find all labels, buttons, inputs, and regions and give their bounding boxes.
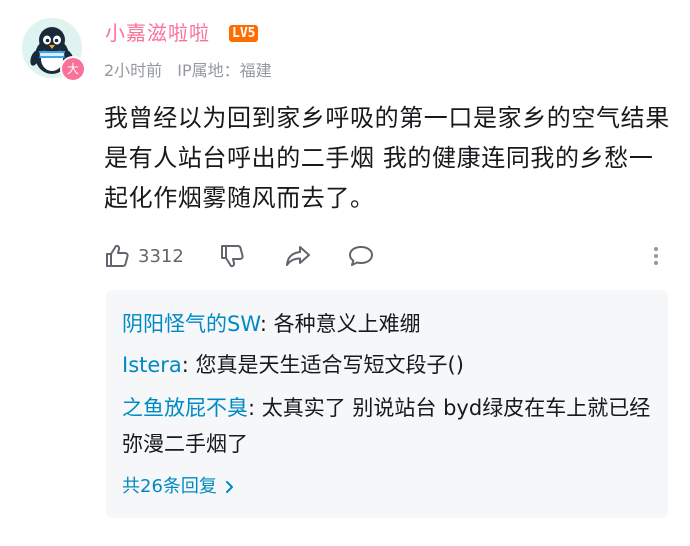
action-bar: 3312: [104, 238, 674, 274]
more-options-button[interactable]: [650, 238, 662, 274]
share-icon: [286, 246, 310, 266]
reply-author[interactable]: Istera: [122, 353, 182, 377]
level-badge: LV5: [229, 25, 259, 42]
username[interactable]: 小嘉滋啦啦: [105, 19, 210, 47]
like-count: 3312: [138, 245, 184, 267]
like-button[interactable]: 3312: [104, 238, 184, 274]
comment-card: 大 小嘉滋啦啦 LV5 2小时前 IP属地：福建 我曾经以为回到家乡呼吸的第一口…: [0, 0, 690, 546]
share-button[interactable]: [284, 238, 312, 274]
reply-item[interactable]: 之鱼放屁不臭: 太真实了 别说站台 byd绿皮在车上就已经弥漫二手烟了: [122, 390, 652, 462]
replies-count-label: 共26条回复: [122, 476, 217, 497]
ip-location: IP属地：福建: [177, 61, 272, 80]
chevron-right-icon: [225, 481, 233, 493]
thumbs-down-icon: [221, 245, 244, 268]
reply-text: : 各种意义上难绷: [259, 312, 421, 336]
more-vertical-icon: [654, 247, 658, 265]
reply-author[interactable]: 阴阳怪气的SW: [122, 312, 260, 336]
reply-author[interactable]: 之鱼放屁不臭: [122, 396, 248, 420]
reply-item[interactable]: Istera: 您真是天生适合写短文段子(): [122, 347, 652, 383]
dislike-button[interactable]: [219, 238, 245, 274]
thumbs-up-icon: [106, 244, 129, 267]
reply-button[interactable]: [347, 238, 375, 274]
replies-panel: 阴阳怪气的SW: 各种意义上难绷 Istera: 您真是天生适合写短文段子() …: [106, 290, 668, 518]
avatar[interactable]: 大: [22, 18, 86, 82]
reply-item[interactable]: 阴阳怪气的SW: 各种意义上难绷: [122, 306, 652, 342]
avatar-badge: 大: [60, 56, 86, 82]
chat-bubble-icon: [349, 246, 373, 266]
view-all-replies-link[interactable]: 共26条回复: [122, 474, 235, 500]
reply-text: : 您真是天生适合写短文段子(): [181, 353, 464, 377]
comment-time: 2小时前: [104, 61, 163, 80]
comment-text: 我曾经以为回到家乡呼吸的第一口是家乡的空气结果是有人站台呼出的二手烟 我的健康连…: [104, 104, 670, 212]
comment-meta: 2小时前 IP属地：福建: [104, 60, 282, 82]
